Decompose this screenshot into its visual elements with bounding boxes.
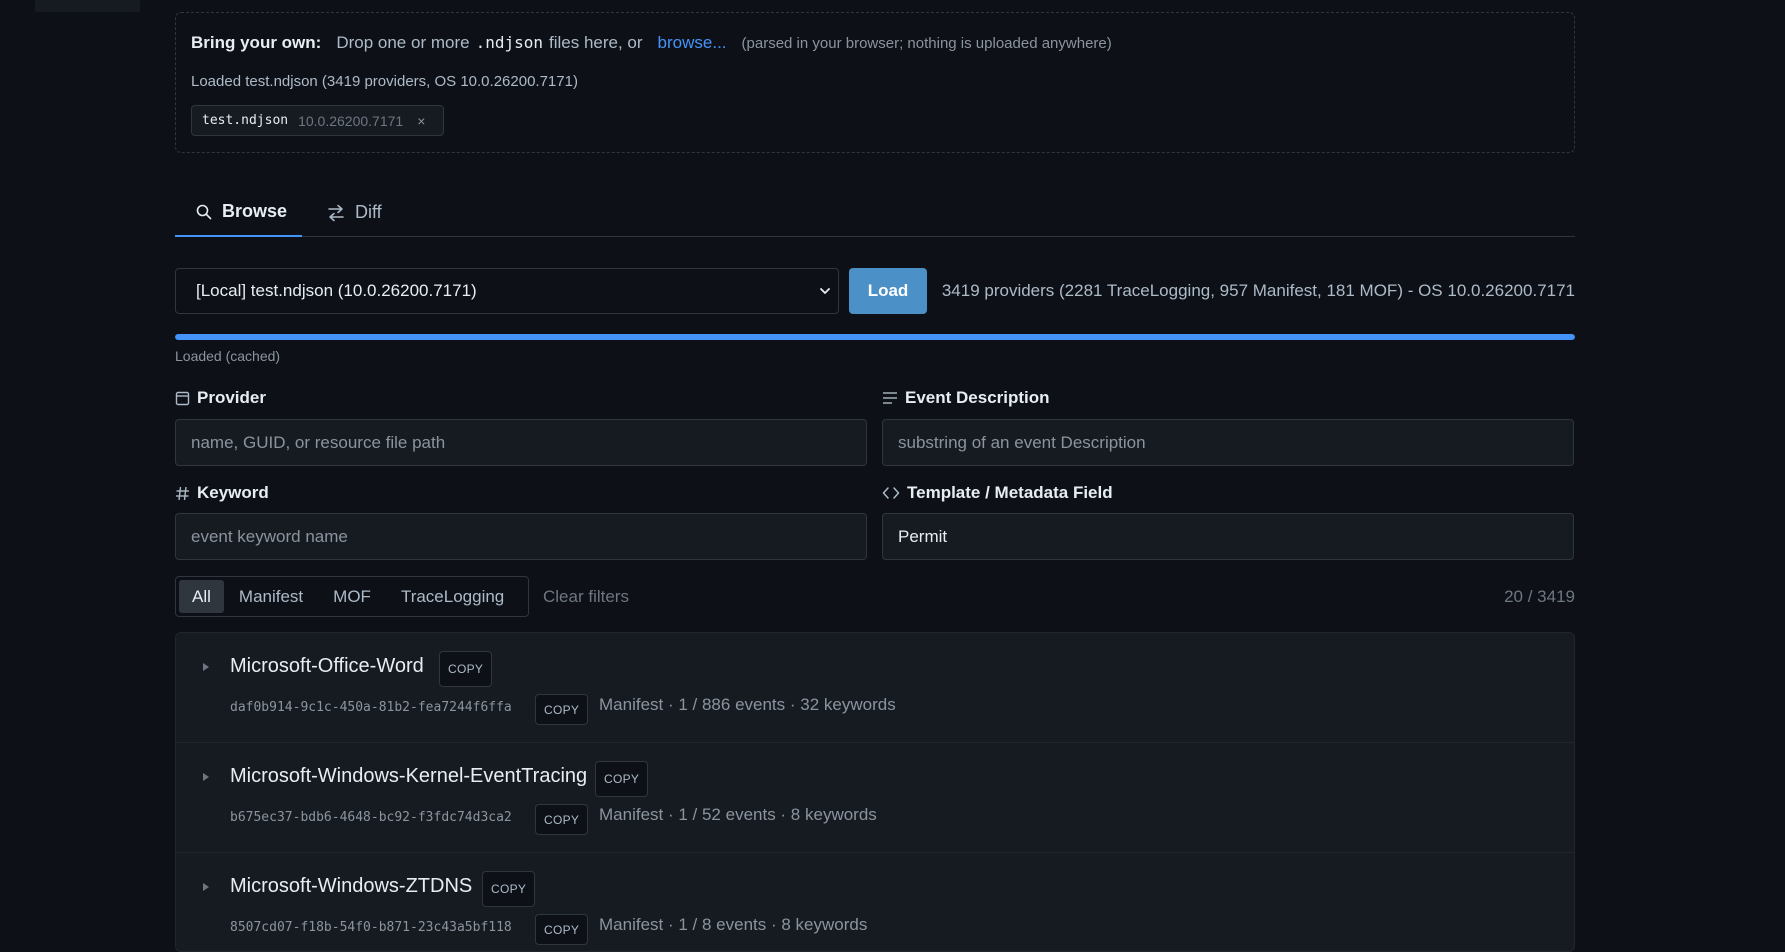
- provider-meta: Manifest · 1 / 886 events · 32 keywords: [599, 695, 896, 714]
- diff-arrows-icon: [328, 204, 344, 221]
- type-option-tracelogging[interactable]: TraceLogging: [386, 580, 519, 613]
- drop-zone-instructions: Bring your own: Drop one or more .ndjson…: [191, 33, 1112, 53]
- load-progress-fill: [175, 334, 1575, 340]
- event-description-filter-label: Event Description: [882, 388, 1050, 408]
- provider-filter-input[interactable]: [175, 419, 867, 466]
- type-option-mof[interactable]: MOF: [318, 580, 386, 613]
- list-item: Microsoft-Windows-Kernel-EventTracing CO…: [176, 743, 1574, 853]
- tab-browse[interactable]: Browse: [175, 188, 302, 237]
- loaded-file-status: Loaded test.ndjson (3419 providers, OS 1…: [191, 73, 578, 90]
- template-field-filter-label: Template / Metadata Field: [882, 483, 1113, 503]
- provider-name: Microsoft-Office-Word: [230, 655, 424, 677]
- type-option-all[interactable]: All: [179, 580, 224, 613]
- expand-triangle-icon[interactable]: [203, 883, 209, 891]
- provider-name: Microsoft-Windows-Kernel-EventTracing: [230, 765, 588, 787]
- load-button[interactable]: Load: [849, 268, 927, 314]
- chevron-down-icon: [820, 288, 830, 294]
- hash-icon: [176, 486, 189, 500]
- copy-name-button[interactable]: COPY: [595, 761, 649, 797]
- keyword-label-text: Keyword: [197, 483, 269, 502]
- event-description-label-text: Event Description: [905, 388, 1050, 407]
- expand-triangle-icon[interactable]: [203, 663, 209, 671]
- keyword-filter-label: Keyword: [175, 483, 269, 503]
- browse-link[interactable]: browse...: [658, 33, 727, 53]
- copy-guid-button[interactable]: COPY: [535, 694, 589, 725]
- list-item: Microsoft-Windows-ZTDNS COPY 8507cd07-f1…: [176, 853, 1574, 951]
- source-select-value: [Local] test.ndjson (10.0.26200.7171): [196, 281, 477, 300]
- template-field-filter-input[interactable]: [882, 513, 1574, 560]
- type-option-manifest[interactable]: Manifest: [224, 580, 318, 613]
- provider-meta: Manifest · 1 / 52 events · 8 keywords: [599, 805, 877, 824]
- load-progress-bar: [175, 334, 1575, 340]
- provider-summary: 3419 providers (2281 TraceLogging, 957 M…: [941, 281, 1575, 300]
- provider-list: Microsoft-Office-Word COPY daf0b914-9c1c…: [175, 632, 1575, 952]
- drop-zone-extension: .ndjson: [475, 33, 543, 52]
- provider-filter-label: Provider: [175, 388, 266, 408]
- copy-guid-button[interactable]: COPY: [535, 804, 589, 835]
- result-count: 20 / 3419: [1504, 586, 1575, 606]
- drop-zone-title: Bring your own:: [191, 33, 322, 52]
- copy-name-button[interactable]: COPY: [439, 651, 493, 687]
- provider-meta: Manifest · 1 / 8 events · 8 keywords: [599, 915, 868, 934]
- clear-filters-button[interactable]: Clear filters: [543, 576, 629, 617]
- template-label-text: Template / Metadata Field: [907, 483, 1113, 502]
- source-select[interactable]: [Local] test.ndjson (10.0.26200.7171): [175, 268, 839, 314]
- provider-name: Microsoft-Windows-ZTDNS: [230, 875, 473, 897]
- chip-file-version: 10.0.26200.7171: [298, 112, 404, 129]
- search-icon: [196, 204, 212, 219]
- provider-guid: daf0b914-9c1c-450a-81b2-fea7244f6ffa: [230, 700, 512, 715]
- top-strip: [35, 0, 140, 12]
- privacy-note: (parsed in your browser; nothing is uplo…: [741, 35, 1112, 52]
- chip-file-name: test.ndjson: [202, 113, 289, 128]
- loaded-file-chip: test.ndjson 10.0.26200.7171 ×: [191, 105, 444, 136]
- list-item: Microsoft-Office-Word COPY daf0b914-9c1c…: [176, 633, 1574, 743]
- lines-icon: [883, 392, 897, 404]
- provider-label-text: Provider: [197, 388, 266, 407]
- provider-guid: 8507cd07-f18b-54f0-b871-23c43a5bf118: [230, 920, 512, 935]
- load-status-note: Loaded (cached): [175, 348, 281, 364]
- copy-guid-button[interactable]: COPY: [535, 914, 589, 945]
- drop-zone-text-before: Drop one or more: [336, 33, 470, 52]
- provider-type-filter: All Manifest MOF TraceLogging: [175, 576, 529, 617]
- tab-diff[interactable]: Diff: [327, 188, 382, 237]
- view-tabs: Browse Diff: [175, 188, 1575, 237]
- keyword-filter-input[interactable]: [175, 513, 867, 560]
- event-description-filter-input[interactable]: [882, 419, 1574, 466]
- provider-guid: b675ec37-bdb6-4648-bc92-f3fdc74d3ca2: [230, 810, 512, 825]
- provider-icon: [175, 391, 190, 405]
- copy-name-button[interactable]: COPY: [482, 871, 536, 907]
- remove-file-icon[interactable]: ×: [417, 113, 425, 129]
- tab-browse-label: Browse: [222, 201, 288, 221]
- file-drop-zone[interactable]: Bring your own: Drop one or more .ndjson…: [175, 12, 1575, 153]
- code-icon: [882, 487, 900, 499]
- expand-triangle-icon[interactable]: [203, 773, 209, 781]
- tab-diff-label: Diff: [355, 202, 382, 222]
- drop-zone-text-after: files here, or: [549, 33, 643, 52]
